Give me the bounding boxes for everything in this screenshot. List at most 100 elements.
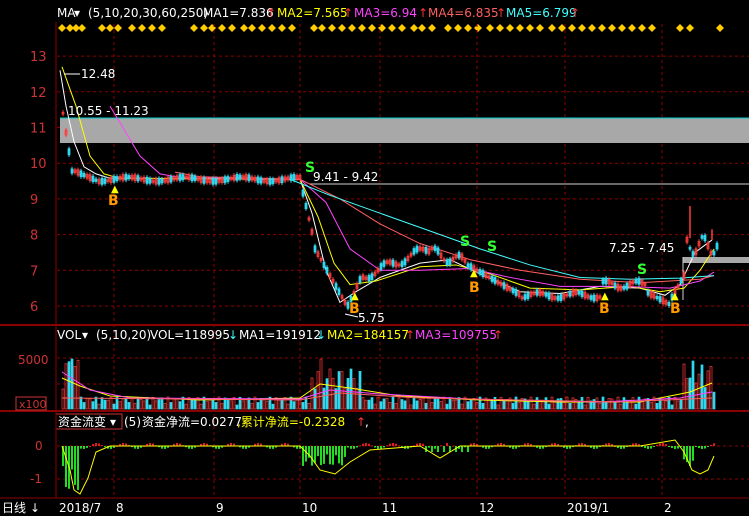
candle-body[interactable] bbox=[181, 174, 185, 181]
candle-body[interactable] bbox=[238, 174, 242, 180]
candle-body[interactable] bbox=[100, 177, 104, 185]
candle-body[interactable] bbox=[502, 282, 506, 289]
volume-bar[interactable] bbox=[103, 399, 107, 410]
candle-body[interactable] bbox=[400, 261, 404, 268]
candle-body[interactable] bbox=[79, 170, 83, 178]
candle-body[interactable] bbox=[703, 234, 707, 242]
volume-bar[interactable] bbox=[301, 402, 305, 410]
volume-bar[interactable] bbox=[490, 400, 494, 410]
volume-bar[interactable] bbox=[535, 397, 539, 410]
candle-body[interactable] bbox=[211, 178, 215, 185]
volume-bar[interactable] bbox=[334, 388, 338, 410]
candle-body[interactable] bbox=[559, 294, 563, 301]
candle-body[interactable] bbox=[490, 275, 494, 282]
volume-bar[interactable] bbox=[157, 399, 161, 410]
volume-bar[interactable] bbox=[313, 388, 317, 410]
flow-bar[interactable] bbox=[320, 446, 322, 466]
flow-bar[interactable] bbox=[305, 446, 307, 462]
candle-body[interactable] bbox=[370, 273, 374, 281]
volume-bar[interactable] bbox=[226, 399, 230, 410]
candle-body[interactable] bbox=[601, 278, 605, 285]
flow-bar[interactable] bbox=[692, 446, 694, 461]
candle-body[interactable] bbox=[613, 282, 617, 289]
candle-body[interactable] bbox=[70, 168, 74, 174]
volume-bar[interactable] bbox=[94, 396, 98, 410]
flow-bar[interactable] bbox=[422, 443, 424, 446]
flow-bar[interactable] bbox=[428, 446, 430, 448]
volume-bar[interactable] bbox=[502, 400, 506, 410]
candle-body[interactable] bbox=[433, 245, 437, 251]
flow-bar[interactable] bbox=[377, 446, 379, 449]
candle-body[interactable] bbox=[91, 175, 95, 183]
flow-bar[interactable] bbox=[311, 446, 313, 466]
flow-bar[interactable] bbox=[452, 445, 454, 447]
buy-signal[interactable]: ▲ B bbox=[349, 291, 360, 317]
flow-bar[interactable] bbox=[347, 446, 349, 448]
candle-body[interactable] bbox=[202, 177, 206, 184]
flow-bar[interactable] bbox=[365, 443, 367, 446]
candle-body[interactable] bbox=[457, 251, 461, 259]
volume-bar[interactable] bbox=[679, 399, 683, 410]
flow-bar[interactable] bbox=[323, 446, 325, 464]
flow-bar[interactable] bbox=[65, 446, 67, 488]
volume-bar[interactable] bbox=[379, 401, 383, 410]
flow-bar[interactable] bbox=[437, 446, 439, 452]
flow-bar[interactable] bbox=[353, 446, 355, 449]
candle-body[interactable] bbox=[466, 263, 470, 268]
candle-body[interactable] bbox=[700, 235, 704, 239]
candle-body[interactable] bbox=[148, 178, 152, 184]
volume-bar[interactable] bbox=[112, 403, 116, 410]
buy-signal[interactable]: ▲ B bbox=[599, 291, 610, 317]
candle-body[interactable] bbox=[145, 176, 149, 184]
sell-signal[interactable]: S bbox=[637, 262, 647, 278]
flow-bar[interactable] bbox=[461, 446, 463, 452]
candle-body[interactable] bbox=[715, 242, 719, 250]
arrow-down-icon[interactable]: ↓ bbox=[30, 501, 40, 515]
vol-indicator-selector[interactable]: VOL bbox=[57, 328, 81, 342]
volume-bar[interactable] bbox=[190, 399, 194, 410]
chevron-down-icon[interactable]: ▾ bbox=[74, 6, 80, 20]
volume-bar[interactable] bbox=[70, 358, 74, 410]
flow-bar[interactable] bbox=[665, 444, 667, 446]
volume-bar[interactable] bbox=[382, 398, 386, 410]
flow-bar[interactable] bbox=[644, 446, 646, 448]
volume-bar[interactable] bbox=[712, 391, 716, 410]
volume-bar[interactable] bbox=[448, 397, 452, 410]
volume-bar[interactable] bbox=[370, 397, 374, 410]
volume-bar[interactable] bbox=[124, 398, 128, 410]
candle-body[interactable] bbox=[67, 148, 71, 156]
volume-bar[interactable] bbox=[160, 397, 164, 410]
volume-bar[interactable] bbox=[601, 396, 605, 410]
volume-bar[interactable] bbox=[592, 399, 596, 410]
candle-body[interactable] bbox=[688, 246, 692, 250]
flow-bar[interactable] bbox=[662, 443, 664, 446]
volume-bar[interactable] bbox=[91, 401, 95, 410]
volume-bar[interactable] bbox=[235, 404, 239, 410]
volume-bar[interactable] bbox=[67, 361, 71, 410]
flow-bar[interactable] bbox=[83, 446, 85, 449]
candle-body[interactable] bbox=[247, 174, 251, 182]
candle-body[interactable] bbox=[301, 189, 305, 197]
candle-body[interactable] bbox=[325, 266, 329, 274]
candle-body[interactable] bbox=[415, 245, 419, 253]
volume-bar[interactable] bbox=[403, 400, 407, 410]
flow-bar[interactable] bbox=[92, 444, 94, 446]
flow-bar[interactable] bbox=[710, 444, 712, 446]
candle-body[interactable] bbox=[391, 259, 395, 267]
flow-bar[interactable] bbox=[317, 446, 319, 457]
flow-bar[interactable] bbox=[356, 446, 358, 448]
candle-body[interactable] bbox=[157, 177, 161, 185]
flow-bar[interactable] bbox=[392, 443, 394, 446]
volume-bar[interactable] bbox=[391, 396, 395, 410]
volume-bar[interactable] bbox=[82, 402, 86, 410]
candle-body[interactable] bbox=[382, 260, 386, 267]
flow-bar[interactable] bbox=[326, 446, 328, 455]
volume-bar[interactable] bbox=[148, 404, 152, 410]
volume-bar[interactable] bbox=[214, 402, 218, 410]
candle-body[interactable] bbox=[289, 174, 293, 181]
flow-bar[interactable] bbox=[329, 446, 331, 465]
candle-body[interactable] bbox=[691, 251, 695, 257]
volume-bar[interactable] bbox=[445, 403, 449, 410]
candle-body[interactable] bbox=[214, 178, 218, 185]
sell-signal[interactable]: S bbox=[305, 160, 315, 176]
